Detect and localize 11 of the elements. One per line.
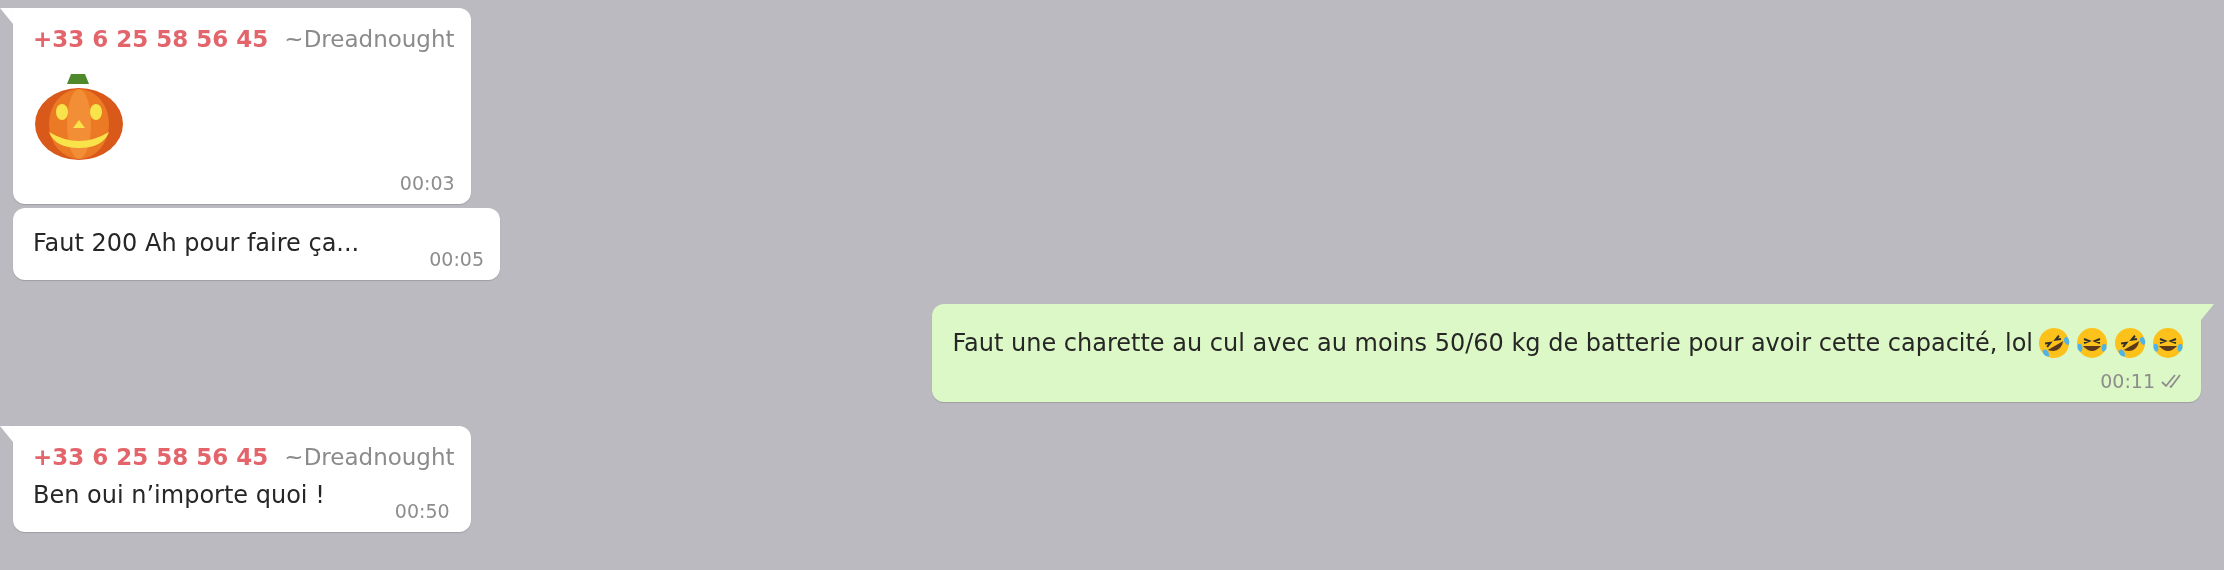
message-time: 00:50: [394, 500, 450, 522]
message-text: Faut 200 Ah pour faire ça...: [33, 228, 360, 259]
sender-name: ~Dreadnought: [284, 26, 455, 52]
message-text: Ben oui n’importe quoi !: [33, 480, 325, 511]
sender-phone: +33 6 25 58 56 45: [33, 26, 269, 52]
sender-phone: +33 6 25 58 56 45: [33, 444, 269, 470]
message-time: 00:11: [2100, 370, 2155, 392]
sender-name: ~Dreadnought: [284, 444, 455, 470]
message-time: 00:05: [429, 248, 484, 270]
message-time: 00:03: [399, 172, 455, 194]
message-text: Faut une charette au cul avec au moins 50/60 kg de batterie pour avoir cette capacité, lol: [952, 328, 2033, 359]
